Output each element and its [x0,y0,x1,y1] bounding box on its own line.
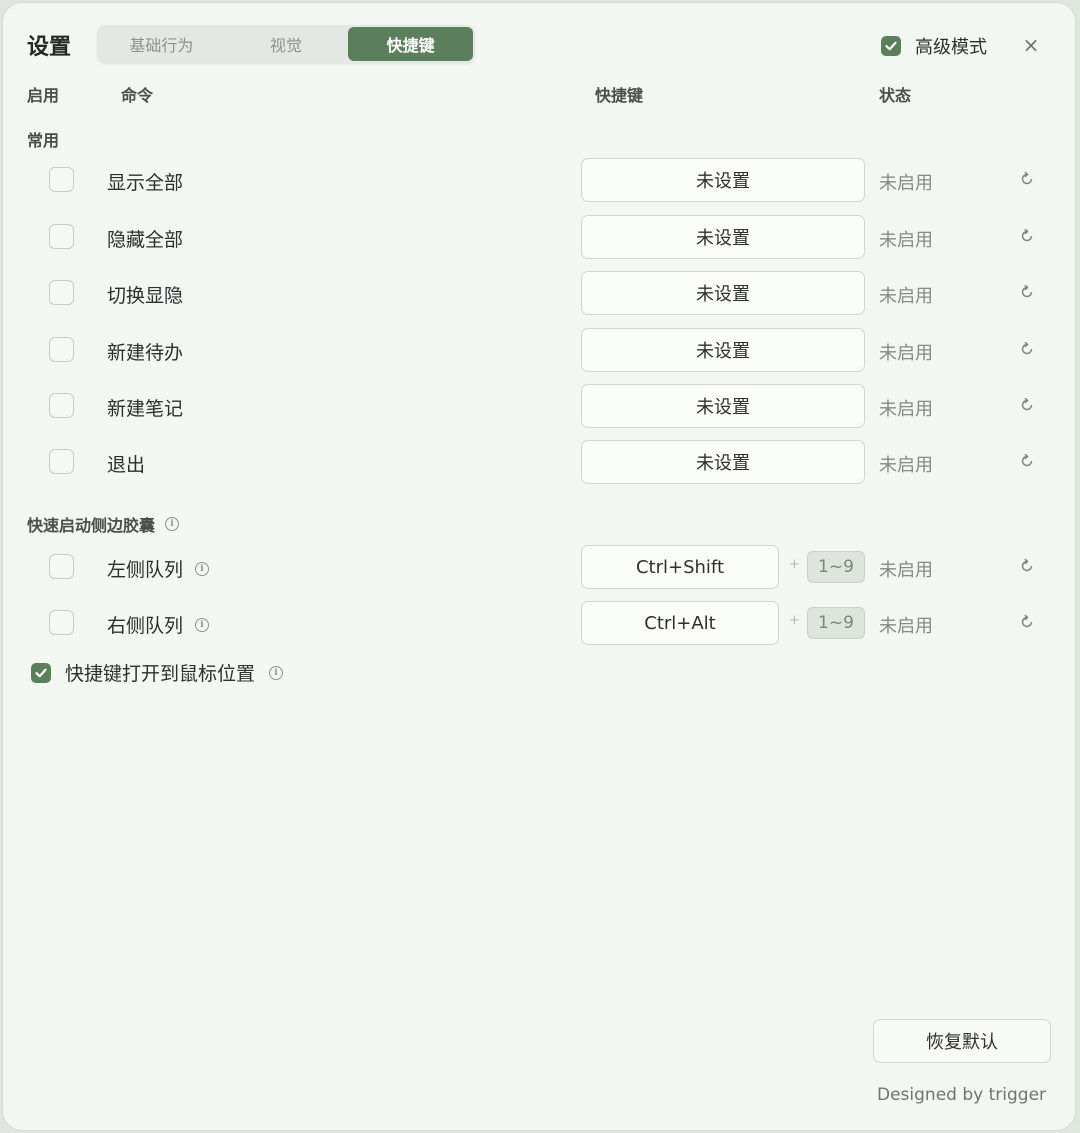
status-text: 未启用 [879,560,933,581]
info-icon[interactable]: i [195,561,210,576]
enable-checkbox[interactable] [49,610,74,635]
column-header-shortcut: 快捷键 [595,86,644,105]
shortcut-input[interactable]: 未设置 [581,440,865,484]
reset-icon[interactable] [1017,395,1037,415]
command-name: 新建待办 [107,342,184,364]
enable-checkbox[interactable] [49,224,74,249]
advanced-mode-toggle[interactable]: 高级模式 [881,33,987,59]
table-row: 切换显隐 未设置 未启用 [3,271,1077,315]
enable-checkbox[interactable] [49,393,74,418]
enable-checkbox[interactable] [49,554,74,579]
status-text: 未启用 [879,616,933,637]
checkmark-icon [35,668,47,677]
command-name: 右侧队列 i [107,611,210,638]
checkmark-icon [885,41,897,51]
command-name: 隐藏全部 [107,229,184,251]
reset-icon[interactable] [1017,612,1037,632]
shortcut-input[interactable]: 未设置 [581,384,865,428]
command-name: 切换显隐 [107,285,184,307]
table-row: 隐藏全部 未设置 未启用 [3,215,1077,259]
column-header-enable: 启用 [27,86,60,105]
tab-visual[interactable]: 视觉 [224,27,349,61]
section-title-capsule: 快速启动侧边胶囊 i [27,512,180,536]
reset-icon[interactable] [1017,169,1037,189]
command-name: 左侧队列 i [107,555,210,582]
plus-sign: + [789,557,800,572]
enable-checkbox[interactable] [49,280,74,305]
plus-sign: + [789,613,800,628]
enable-checkbox[interactable] [49,449,74,474]
command-name: 显示全部 [107,172,184,194]
number-range-key[interactable]: 1~9 [807,607,865,639]
tab-basic-behavior[interactable]: 基础行为 [99,27,224,61]
close-icon[interactable]: × [1019,33,1043,57]
shortcut-input[interactable]: 未设置 [581,328,865,372]
table-row: 右侧队列 i Ctrl+Alt + 1~9 未启用 [3,601,1077,645]
advanced-mode-label: 高级模式 [915,37,987,58]
table-row: 新建待办 未设置 未启用 [3,328,1077,372]
settings-window: 设置 基础行为 视觉 快捷键 高级模式 × 启用 命令 快捷键 状态 常用 显示… [2,2,1076,1131]
advanced-mode-checkbox[interactable] [881,36,901,56]
column-header-status: 状态 [879,86,912,105]
command-name: 新建笔记 [107,398,184,420]
info-icon[interactable]: i [195,617,210,632]
info-icon[interactable]: i [269,665,284,680]
enable-checkbox[interactable] [49,167,74,192]
reset-icon[interactable] [1017,339,1037,359]
table-row: 退出 未设置 未启用 [3,440,1077,484]
reset-icon[interactable] [1017,226,1037,246]
open-at-mouse-label: 快捷键打开到鼠标位置 [65,663,256,685]
table-row: 显示全部 未设置 未启用 [3,158,1077,202]
open-at-mouse-checkbox[interactable] [31,662,51,683]
status-text: 未启用 [879,343,933,364]
enable-checkbox[interactable] [49,337,74,362]
table-row: 新建笔记 未设置 未启用 [3,384,1077,428]
shortcut-input[interactable]: 未设置 [581,158,865,202]
shortcut-input[interactable]: 未设置 [581,271,865,315]
tab-bar: 基础行为 视觉 快捷键 [97,25,475,63]
number-range-key[interactable]: 1~9 [807,551,865,583]
window-title: 设置 [27,35,72,60]
status-text: 未启用 [879,286,933,307]
reset-icon[interactable] [1017,451,1037,471]
shortcut-modifier-input[interactable]: Ctrl+Alt [581,601,779,645]
reset-icon[interactable] [1017,282,1037,302]
status-text: 未启用 [879,455,933,476]
open-at-mouse-option[interactable]: 快捷键打开到鼠标位置 i [31,659,284,686]
reset-icon[interactable] [1017,556,1037,576]
shortcut-modifier-input[interactable]: Ctrl+Shift [581,545,779,589]
tab-shortcuts[interactable]: 快捷键 [348,27,474,61]
info-icon[interactable]: i [165,517,180,531]
footer-credit: Designed by trigger [877,1085,1047,1105]
status-text: 未启用 [879,230,933,251]
column-header-command: 命令 [121,86,154,105]
status-text: 未启用 [879,399,933,420]
status-text: 未启用 [879,173,933,194]
restore-defaults-button[interactable]: 恢复默认 [873,1019,1051,1063]
command-name: 退出 [107,454,146,476]
shortcut-input[interactable]: 未设置 [581,215,865,259]
table-row: 左侧队列 i Ctrl+Shift + 1~9 未启用 [3,545,1077,589]
section-title-common: 常用 [27,131,60,150]
